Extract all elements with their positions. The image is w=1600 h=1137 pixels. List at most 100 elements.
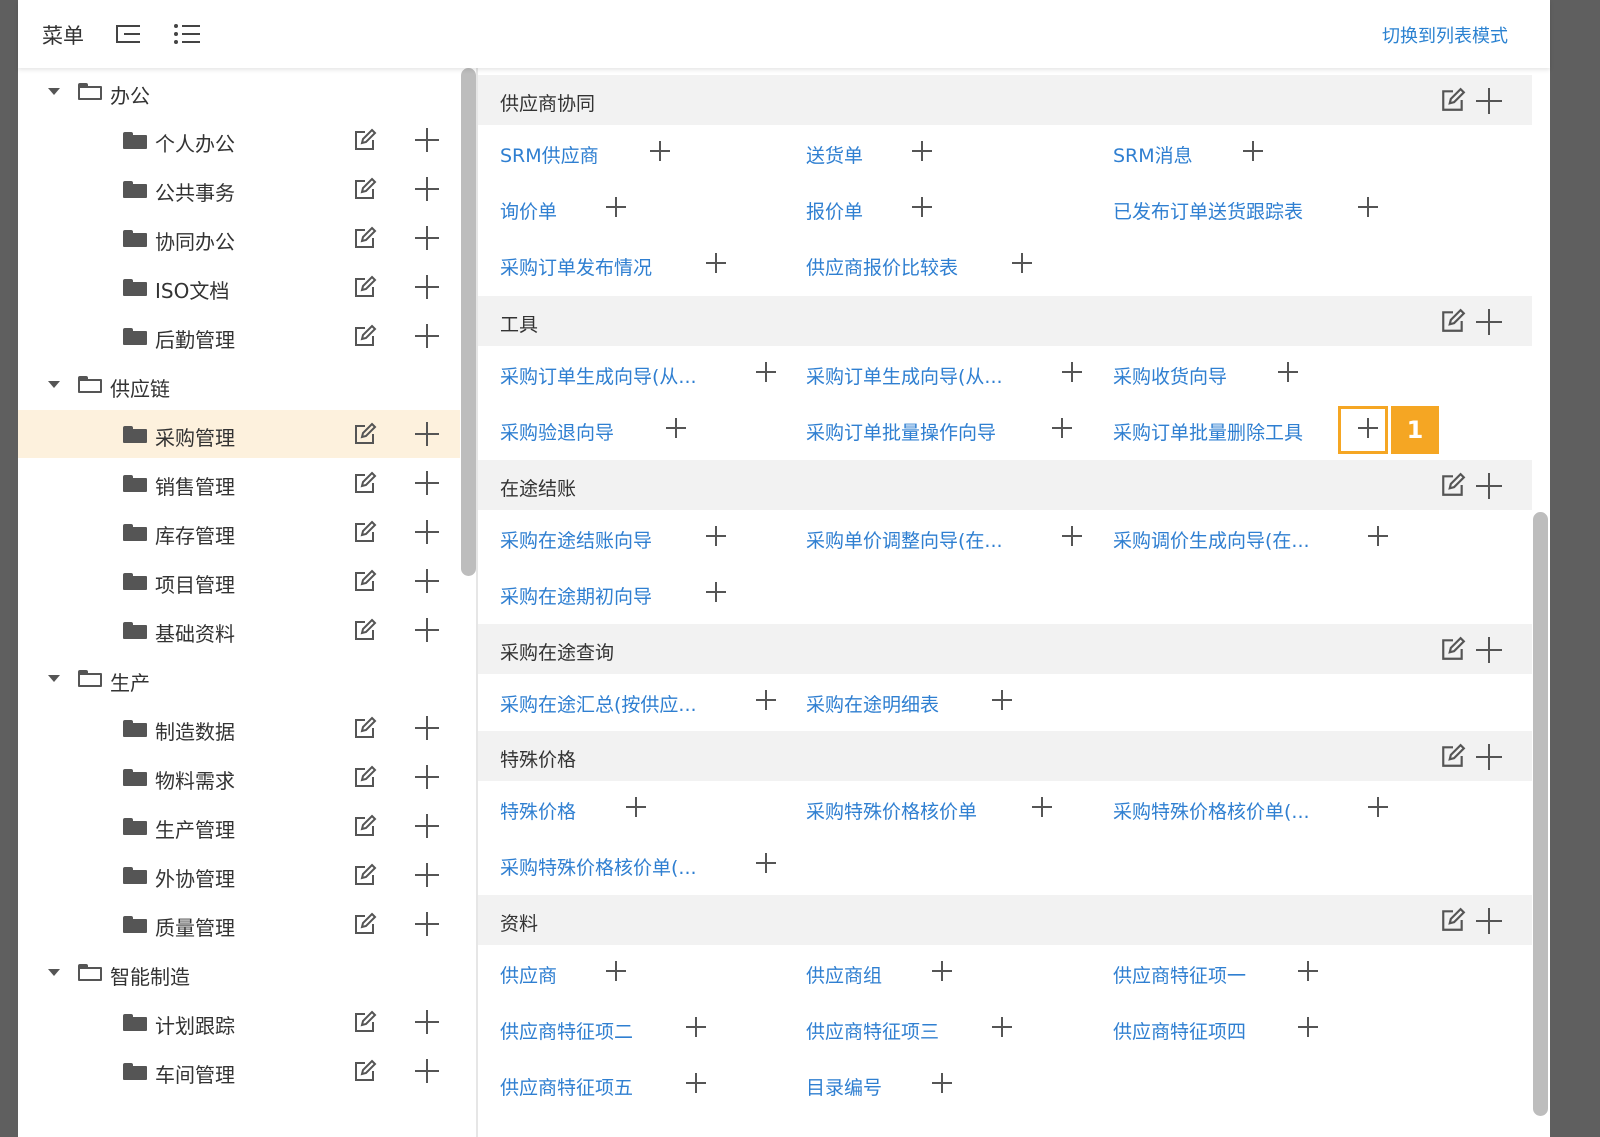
indent-list-icon[interactable] [116,22,142,46]
add-icon[interactable] [666,418,686,438]
add-icon[interactable] [1298,1017,1318,1037]
add-icon[interactable] [1062,526,1082,546]
tree-group-production[interactable]: 生产 [18,655,460,703]
content-scrollbar[interactable] [1532,68,1550,1137]
menu-item-label[interactable]: 供应商特征项五 [500,1073,633,1100]
add-icon[interactable] [912,141,932,161]
add-icon[interactable] [992,690,1012,710]
add-icon[interactable] [1476,744,1502,770]
add-icon[interactable] [415,226,439,250]
menu-item-label[interactable]: 供应商特征项四 [1113,1017,1246,1044]
add-icon[interactable] [1278,362,1298,382]
add-icon[interactable] [1476,908,1502,934]
menu-item-label[interactable]: 送货单 [806,141,863,168]
menu-item-label[interactable]: 特殊价格 [500,797,576,824]
menu-item-label[interactable]: 采购调价生成向导(在... [1113,526,1310,553]
add-icon[interactable] [1476,637,1502,663]
tree-item[interactable]: 计划跟踪 [18,998,460,1046]
add-icon[interactable] [415,1059,439,1083]
add-icon[interactable] [415,275,439,299]
edit-icon[interactable] [353,765,377,789]
edit-icon[interactable] [1440,472,1466,498]
add-icon[interactable] [415,471,439,495]
add-icon[interactable] [1298,961,1318,981]
add-icon[interactable] [706,253,726,273]
add-icon[interactable] [1358,197,1378,217]
caret-down-icon[interactable] [48,88,60,95]
add-icon[interactable] [1476,309,1502,335]
tree-item[interactable]: 销售管理 [18,459,460,507]
add-icon[interactable] [686,1017,706,1037]
add-icon[interactable] [415,128,439,152]
add-icon[interactable] [1032,797,1052,817]
tree-item[interactable]: 外协管理 [18,851,460,899]
menu-item-label[interactable]: 供应商 [500,961,557,988]
edit-icon[interactable] [1440,308,1466,334]
edit-icon[interactable] [353,422,377,446]
add-icon[interactable] [415,520,439,544]
switch-to-list-mode-link[interactable]: 切换到列表模式 [1382,22,1508,48]
menu-item-label[interactable]: 采购在途期初向导 [500,582,652,609]
add-icon[interactable] [686,1073,706,1093]
add-icon[interactable] [992,1017,1012,1037]
add-icon[interactable] [415,177,439,201]
menu-item-label[interactable]: 供应商特征项二 [500,1017,633,1044]
edit-icon[interactable] [353,177,377,201]
menu-item-label[interactable]: 供应商特征项三 [806,1017,939,1044]
tree-scrollbar-thumb[interactable] [461,68,476,576]
tree-group-smart-manufacturing[interactable]: 智能制造 [18,949,460,997]
edit-icon[interactable] [353,618,377,642]
edit-icon[interactable] [1440,636,1466,662]
tree-item[interactable]: 后勤管理 [18,312,460,360]
add-icon[interactable] [1012,253,1032,273]
tree-item[interactable]: 项目管理 [18,557,460,605]
menu-item-label[interactable]: 采购单价调整向导(在... [806,526,1003,553]
edit-icon[interactable] [353,520,377,544]
add-icon[interactable] [932,1073,952,1093]
add-icon[interactable] [756,690,776,710]
edit-icon[interactable] [353,226,377,250]
menu-item-label[interactable]: 询价单 [500,197,557,224]
edit-icon[interactable] [1440,743,1466,769]
edit-icon[interactable] [353,1010,377,1034]
menu-item-label[interactable]: 供应商特征项一 [1113,961,1246,988]
content-scrollbar-thumb[interactable] [1533,512,1548,1116]
add-icon[interactable] [1243,141,1263,161]
add-icon[interactable] [1052,418,1072,438]
add-icon[interactable] [415,716,439,740]
add-icon[interactable] [415,912,439,936]
add-icon[interactable] [415,1010,439,1034]
add-icon[interactable] [650,141,670,161]
menu-item-label[interactable]: 采购特殊价格核价单(... [1113,797,1310,824]
add-icon[interactable] [1368,797,1388,817]
edit-icon[interactable] [353,716,377,740]
add-icon[interactable] [415,324,439,348]
edit-icon[interactable] [1440,907,1466,933]
menu-item-label[interactable]: 采购订单发布情况 [500,253,652,280]
tree-item[interactable]: 生产管理 [18,802,460,850]
add-icon[interactable] [415,618,439,642]
menu-item-label[interactable]: 采购订单生成向导(从... [500,362,697,389]
menu-item-label[interactable]: 采购订单批量操作向导 [806,418,996,445]
tree-item[interactable]: ISO文档 [18,263,460,311]
add-icon[interactable] [912,197,932,217]
add-icon[interactable] [1368,526,1388,546]
menu-item-label[interactable]: 采购收货向导 [1113,362,1227,389]
menu-item-label[interactable]: 采购特殊价格核价单 [806,797,977,824]
edit-icon[interactable] [353,1059,377,1083]
edit-icon[interactable] [353,569,377,593]
tree-item-selected[interactable]: 采购管理 [18,410,460,458]
add-icon[interactable] [415,569,439,593]
add-icon[interactable] [706,526,726,546]
edit-icon[interactable] [1440,87,1466,113]
menu-item-label[interactable]: 采购在途汇总(按供应... [500,690,697,717]
menu-item-label[interactable]: 供应商报价比较表 [806,253,958,280]
tree-item[interactable]: 基础资料 [18,606,460,654]
add-icon[interactable] [606,197,626,217]
add-icon[interactable] [626,797,646,817]
tree-item[interactable]: 公共事务 [18,165,460,213]
tree-group-supply-chain[interactable]: 供应链 [18,361,460,409]
tree-item[interactable]: 库存管理 [18,508,460,556]
caret-down-icon[interactable] [48,969,60,976]
bullet-list-icon[interactable] [174,22,200,46]
